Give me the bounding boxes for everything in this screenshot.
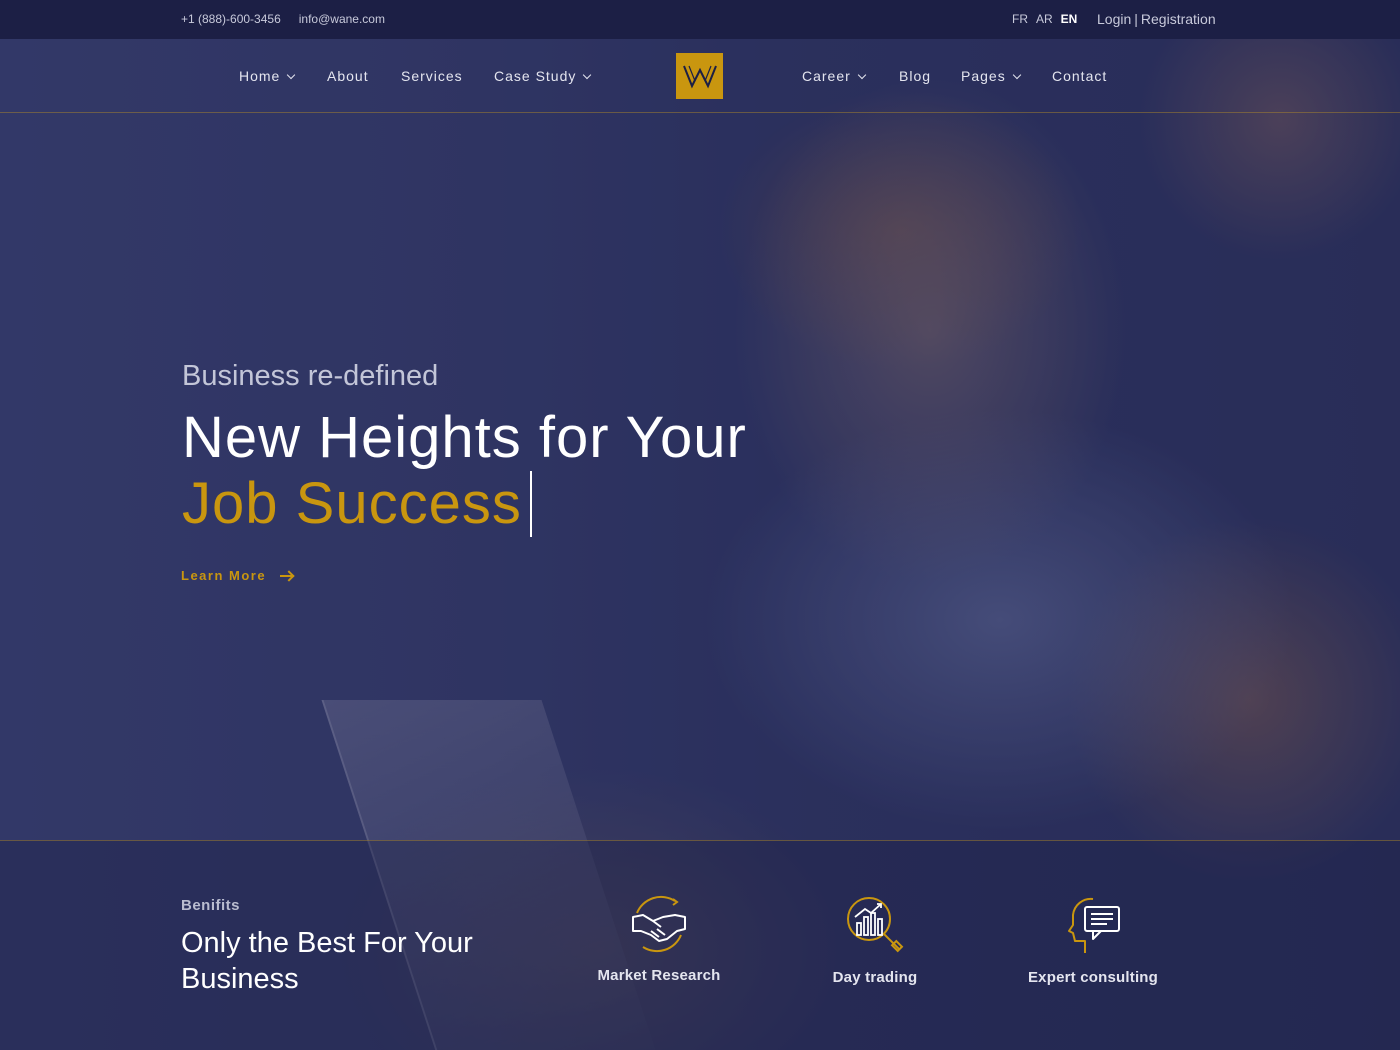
nav-career[interactable]: Career xyxy=(802,68,867,84)
chevron-down-icon xyxy=(1012,70,1021,79)
hero-headline-line2: Job Success xyxy=(182,470,532,537)
nav-services[interactable]: Services xyxy=(401,68,463,84)
arrow-right-icon xyxy=(280,574,293,577)
nav-pages-label: Pages xyxy=(961,68,1006,84)
learn-more-label: Learn More xyxy=(181,568,267,583)
nav-about-label: About xyxy=(327,68,369,84)
w-logo-icon xyxy=(682,65,717,89)
nav-blog-label: Blog xyxy=(899,68,932,84)
auth-links: Login | Registration xyxy=(1097,11,1216,27)
brand-logo[interactable] xyxy=(676,53,723,99)
hero-headline-highlight: Job Success xyxy=(182,471,522,536)
chevron-down-icon xyxy=(583,70,592,79)
nav-career-label: Career xyxy=(802,68,851,84)
login-link[interactable]: Login xyxy=(1097,11,1131,27)
learn-more-button[interactable]: Learn More xyxy=(181,568,293,583)
main-nav: Home About Services Case Study Career Bl… xyxy=(0,39,1400,113)
nav-case-study-label: Case Study xyxy=(494,68,577,84)
feature-market-research-label: Market Research xyxy=(597,967,721,984)
email-link[interactable]: info@wane.com xyxy=(299,12,385,26)
lang-fr[interactable]: FR xyxy=(1012,12,1028,26)
benefits-title: Only the Best For Your Business xyxy=(181,927,473,995)
registration-link[interactable]: Registration xyxy=(1141,11,1216,27)
head-chat-icon xyxy=(1068,897,1120,953)
lang-ar[interactable]: AR xyxy=(1036,12,1053,26)
lang-en[interactable]: EN xyxy=(1061,12,1078,26)
feature-expert-consulting-label: Expert consulting xyxy=(1027,969,1159,986)
nav-case-study[interactable]: Case Study xyxy=(494,68,592,84)
nav-home-label: Home xyxy=(239,68,281,84)
benefits-section: Benifits Only the Best For Your Business… xyxy=(0,840,1400,1050)
benefits-label: Benifits xyxy=(181,897,241,914)
nav-home[interactable]: Home xyxy=(239,68,296,84)
chevron-down-icon xyxy=(287,70,296,79)
phone-link[interactable]: +1 (888)-600-3456 xyxy=(181,12,281,26)
feature-market-research[interactable]: Market Research xyxy=(579,895,739,984)
nav-contact-label: Contact xyxy=(1052,68,1108,84)
nav-contact[interactable]: Contact xyxy=(1052,68,1107,84)
nav-pages[interactable]: Pages xyxy=(961,68,1021,84)
nav-services-label: Services xyxy=(401,68,463,84)
auth-separator: | xyxy=(1134,11,1138,27)
handshake-icon xyxy=(632,895,686,953)
top-bar: +1 (888)-600-3456 info@wane.com FR AR EN… xyxy=(0,0,1400,39)
language-switcher: FR AR EN xyxy=(1012,12,1077,26)
topbar-contact: +1 (888)-600-3456 info@wane.com xyxy=(181,12,385,26)
feature-day-trading-label: Day trading xyxy=(832,969,918,986)
hero-headline-line1: New Heights for Your xyxy=(182,405,747,470)
typing-cursor xyxy=(529,470,532,537)
nav-blog[interactable]: Blog xyxy=(899,68,931,84)
chart-magnifier-icon xyxy=(847,897,904,953)
feature-expert-consulting[interactable]: Expert consulting xyxy=(1013,895,1173,986)
feature-day-trading[interactable]: Day trading xyxy=(795,895,955,986)
hero-kicker: Business re-defined xyxy=(182,360,439,392)
chevron-down-icon xyxy=(857,70,867,79)
nav-about[interactable]: About xyxy=(327,68,369,84)
